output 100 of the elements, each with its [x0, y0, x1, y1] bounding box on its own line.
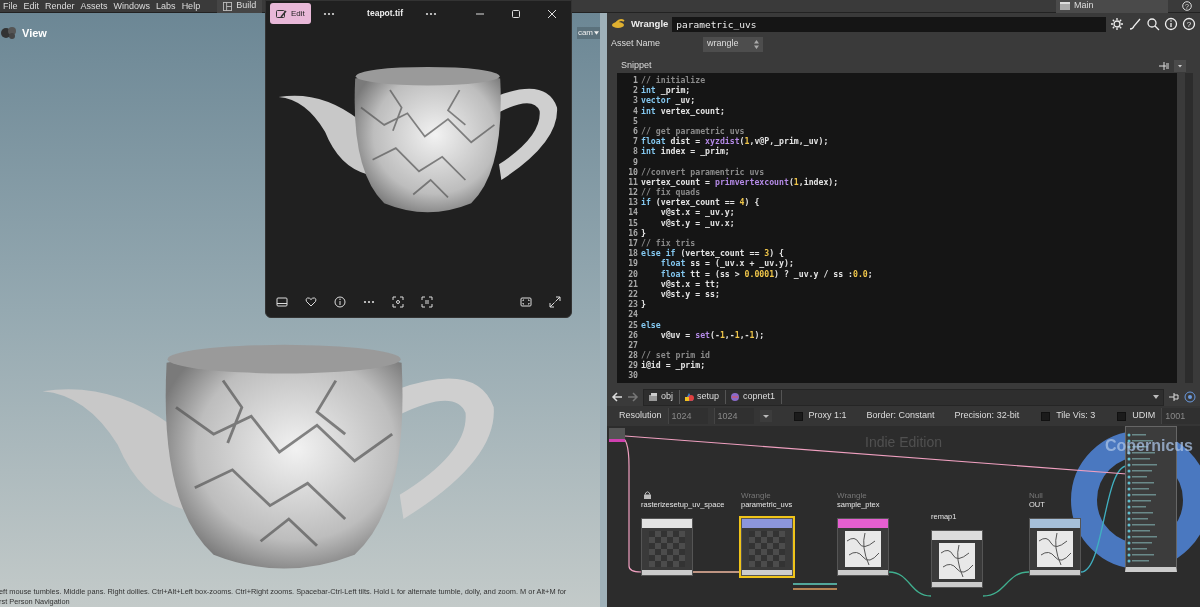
node-wire	[792, 588, 838, 590]
heart-icon[interactable]	[305, 295, 317, 308]
network-node[interactable]	[641, 518, 693, 576]
info-icon[interactable]	[1164, 17, 1178, 31]
code-line: v@uv = set(-1,-1,-1);	[659, 329, 765, 340]
node-type-label: Null	[1029, 491, 1044, 500]
code-line: int index = _prim;	[641, 146, 730, 157]
network-node[interactable]	[931, 530, 983, 588]
clapperboard-icon	[1060, 2, 1070, 10]
checkbox[interactable]	[1041, 411, 1051, 421]
code-line: }	[641, 299, 646, 310]
pin-icon[interactable]	[1168, 392, 1180, 402]
breadcrumb-item[interactable]: obj	[648, 390, 680, 404]
line-number: 27	[627, 339, 639, 351]
line-number: 20	[627, 268, 639, 279]
code-line: vertex_count = primvertexcount(1,index);	[641, 176, 839, 188]
code-line: // fix quads	[641, 187, 701, 198]
dropdown-icon[interactable]	[1174, 60, 1186, 72]
line-number: 12	[627, 187, 639, 198]
menu-item[interactable]: Windows	[110, 0, 154, 12]
menu-item[interactable]: Render	[42, 0, 78, 12]
dropdown-icon[interactable]	[759, 410, 772, 422]
field-label: Asset Name	[611, 37, 662, 51]
viewport-title: View	[22, 26, 47, 41]
line-number: 14	[627, 207, 639, 218]
checker-preview	[649, 531, 685, 567]
camera-dropdown[interactable]: cam	[576, 27, 600, 40]
menu-item[interactable]: Labs	[153, 0, 179, 12]
back-arrow-icon[interactable]	[611, 392, 623, 402]
window-title: teapot.tif	[367, 7, 403, 20]
code-line: // initialize	[641, 75, 706, 85]
desktop-dropdown[interactable]: Main	[1056, 0, 1168, 13]
line-number: 7	[632, 136, 639, 147]
more-icon[interactable]	[322, 11, 335, 16]
forward-arrow-icon[interactable]	[627, 392, 639, 402]
caret-icon	[594, 31, 599, 36]
wrangle-node-icon[interactable]	[611, 17, 627, 31]
line-number: 17	[627, 238, 639, 249]
resolution-field[interactable]: 1024	[667, 408, 708, 424]
breadcrumb-item[interactable]: setup	[684, 390, 727, 404]
info-icon[interactable]	[334, 295, 346, 308]
line-number: 8	[632, 146, 639, 157]
checker-preview	[749, 531, 785, 567]
code-line: else	[641, 319, 661, 330]
resolution-field[interactable]: 1001	[1161, 408, 1200, 424]
target-icon[interactable]	[1184, 391, 1196, 403]
gear-icon[interactable]	[1110, 17, 1124, 31]
expand-icon[interactable]	[549, 295, 561, 308]
code-line: float ss = (_uv.x + _uv.y);	[659, 258, 794, 269]
help-icon[interactable]: ?	[1182, 17, 1196, 31]
text-scan-icon[interactable]	[421, 295, 433, 308]
toolbar-label: Resolution	[619, 409, 662, 423]
resolution-field[interactable]: 1024	[713, 408, 754, 424]
code-line: v@st.x = tt;	[659, 278, 720, 289]
line-number: 2	[632, 85, 639, 96]
network-node[interactable]	[1029, 518, 1081, 576]
node-name-field[interactable]: parametric_uvs	[672, 16, 1106, 32]
network-node[interactable]	[741, 518, 793, 576]
image-edit-icon	[276, 8, 287, 19]
line-number: 30	[627, 370, 639, 381]
brush-icon[interactable]	[1128, 17, 1142, 31]
field-label: Snippet	[621, 59, 652, 73]
insert-parameter-icon[interactable]	[1158, 61, 1170, 71]
code-line: float tt = (ss > 0.0001) ? _uv.y / ss :0.0;	[659, 268, 873, 279]
line-number: 18	[627, 248, 639, 259]
menu-item[interactable]: Help	[178, 0, 204, 12]
object-icon	[684, 392, 694, 402]
menu-item[interactable]: File	[0, 0, 21, 12]
maximize-icon	[511, 8, 521, 19]
node-wire	[792, 583, 838, 585]
network-node[interactable]	[837, 518, 889, 576]
code-editor[interactable]	[617, 73, 1177, 383]
scrollbar[interactable]	[1185, 73, 1193, 383]
menu-item[interactable]: Edit	[20, 0, 43, 12]
toolbar-label: Border: Constant	[866, 409, 935, 423]
fit-screen-icon[interactable]	[520, 295, 532, 308]
checkbox[interactable]	[1117, 411, 1127, 421]
filmstrip-icon[interactable]	[276, 295, 288, 308]
asset-name-dropdown[interactable]: wrangle	[703, 36, 763, 52]
line-number: 9	[632, 156, 639, 167]
code-line: // fix tris	[641, 238, 696, 248]
line-number: 28	[627, 350, 639, 361]
code-line: float dist = xyzdist(1,v@P,_prim,_uv);	[641, 136, 829, 147]
desktop-tab[interactable]: Build	[217, 0, 263, 13]
line-number: 5	[632, 115, 639, 126]
texture-preview	[1037, 531, 1073, 567]
focus-frame-icon[interactable]	[392, 295, 404, 308]
menu-item[interactable]: Assets	[77, 0, 111, 12]
checkbox[interactable]	[793, 411, 803, 421]
node-type-label: Wrangle	[741, 491, 772, 500]
code-line: int _prim;	[641, 85, 691, 96]
network-node[interactable]	[609, 428, 625, 442]
more-icon[interactable]	[425, 11, 437, 16]
search-icon[interactable]	[1146, 17, 1160, 31]
caret-icon[interactable]	[1153, 395, 1159, 399]
edit-button[interactable]: Edit	[270, 3, 311, 24]
spinner-arrows-icon	[754, 39, 759, 49]
code-line: int vertex_count;	[641, 105, 725, 116]
line-number: 24	[627, 309, 639, 320]
breadcrumb-item[interactable]: copnet1	[730, 390, 783, 404]
